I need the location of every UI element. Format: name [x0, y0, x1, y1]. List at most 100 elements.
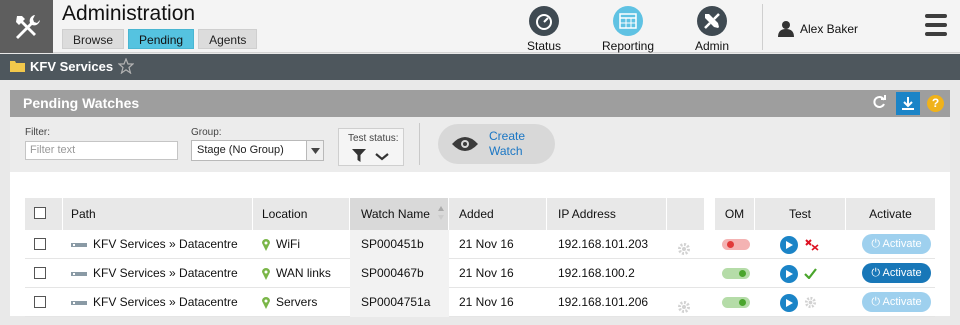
select-all-checkbox[interactable]: [34, 207, 46, 219]
test-failed-icon: [805, 239, 819, 251]
settings-gear-icon[interactable]: [677, 296, 691, 313]
location-cell: WiFi: [262, 230, 300, 259]
added-cell: 21 Nov 16: [459, 266, 514, 280]
column-header-added[interactable]: Added: [449, 198, 547, 230]
refresh-icon[interactable]: [872, 95, 886, 114]
location-pin-icon: [262, 267, 270, 280]
location-pin-icon: [262, 238, 270, 251]
divider: [762, 4, 763, 50]
column-header-watch-name[interactable]: Watch Name: [350, 198, 449, 230]
page-title: Administration: [62, 2, 196, 25]
download-icon[interactable]: [896, 92, 920, 115]
activate-button[interactable]: ⏻ Activate: [862, 292, 931, 312]
pending-watches-panel: Pending Watches ? Filter: Filter text Gr…: [10, 90, 950, 317]
ip-address-cell: 192.168.101.203: [558, 237, 649, 251]
tools-logo-icon[interactable]: [0, 0, 53, 53]
device-icon: [71, 271, 87, 276]
header-select-all: [25, 198, 63, 230]
hamburger-menu-icon[interactable]: [925, 14, 947, 36]
eye-icon: [452, 137, 478, 151]
top-bar: Administration Browse Pending Agents Sta…: [0, 0, 960, 53]
om-toggle[interactable]: [722, 239, 750, 250]
column-header-ip-address[interactable]: IP Address: [547, 198, 667, 230]
column-header-settings: [667, 198, 705, 230]
column-header-om[interactable]: OM: [715, 198, 755, 230]
table-row[interactable]: KFV Services » Datacentre WiFi SP000451b…: [25, 230, 935, 259]
tab-browse[interactable]: Browse: [62, 29, 125, 49]
panel-title: Pending Watches: [23, 95, 140, 111]
path-cell: KFV Services » Datacentre: [71, 259, 238, 288]
table-row[interactable]: KFV Services » Datacentre Servers SP0004…: [25, 288, 935, 317]
watch-name-cell: SP000451b: [350, 230, 449, 259]
column-header-location[interactable]: Location: [253, 198, 350, 230]
gauge-icon: [529, 6, 559, 36]
power-icon: ⏻: [871, 267, 883, 279]
added-cell: 21 Nov 16: [459, 237, 514, 251]
user-menu[interactable]: Alex Baker: [778, 20, 858, 37]
path-cell: KFV Services » Datacentre: [71, 230, 238, 259]
path-cell: KFV Services » Datacentre: [71, 288, 238, 317]
activate-button[interactable]: ⏻ Activate: [862, 263, 931, 283]
tools-icon: [697, 6, 727, 36]
checkmark-icon: [804, 268, 817, 279]
tab-pending[interactable]: Pending: [128, 29, 195, 49]
table-row[interactable]: KFV Services » Datacentre WAN links SP00…: [25, 259, 935, 288]
row-checkbox[interactable]: [34, 296, 46, 308]
row-checkbox[interactable]: [34, 238, 46, 250]
column-header-test[interactable]: Test: [755, 198, 846, 230]
group-select[interactable]: Stage (No Group): [191, 140, 324, 161]
reporting-nav-button[interactable]: Reporting: [588, 6, 668, 53]
column-header-activate[interactable]: Activate: [846, 198, 935, 230]
ip-address-cell: 192.168.101.206: [558, 295, 649, 309]
location-cell: WAN links: [262, 259, 331, 288]
power-icon: ⏻: [871, 296, 883, 308]
play-test-icon[interactable]: [780, 236, 798, 254]
create-watch-button[interactable]: Create Watch: [438, 124, 555, 164]
user-icon: [778, 21, 794, 37]
group-select-value: Stage (No Group): [197, 144, 284, 156]
pending-gear-icon: [804, 296, 817, 309]
power-icon: ⏻: [871, 238, 883, 250]
breadcrumb: KFV Services: [10, 58, 135, 74]
filter-funnel-icon: [352, 149, 366, 162]
admin-nav-button[interactable]: Admin: [672, 6, 752, 53]
status-nav-button[interactable]: Status: [504, 6, 584, 53]
panel-header: Pending Watches ?: [10, 90, 950, 117]
om-toggle[interactable]: [722, 297, 750, 308]
watch-name-cell: SP0004751a: [350, 288, 449, 317]
sub-navigation: Browse Pending Agents: [62, 29, 258, 49]
breadcrumb-label[interactable]: KFV Services: [30, 59, 113, 74]
row-checkbox[interactable]: [34, 267, 46, 279]
ip-address-cell: 192.168.100.2: [558, 266, 635, 280]
tab-agents[interactable]: Agents: [198, 29, 258, 49]
sort-icon: [438, 206, 444, 220]
activate-button[interactable]: ⏻ Activate: [862, 234, 931, 254]
column-header-path[interactable]: Path: [63, 198, 253, 230]
help-icon[interactable]: ?: [927, 95, 944, 112]
added-cell: 21 Nov 16: [459, 295, 514, 309]
filter-bar: Filter: Filter text Group: Stage (No Gro…: [10, 117, 950, 172]
divider: [419, 123, 420, 165]
location-pin-icon: [262, 296, 270, 309]
device-icon: [71, 242, 87, 247]
device-icon: [71, 300, 87, 305]
star-icon[interactable]: [118, 58, 135, 74]
settings-gear-icon[interactable]: [677, 238, 691, 255]
folder-icon: [10, 61, 25, 72]
group-label: Group:: [191, 127, 222, 138]
play-test-icon[interactable]: [780, 265, 798, 283]
admin-nav-label: Admin: [694, 39, 729, 53]
create-watch-label: Create Watch: [489, 129, 526, 158]
filter-input[interactable]: Filter text: [25, 141, 178, 160]
breadcrumb-bar: KFV Services: [0, 54, 960, 80]
chevron-down-icon: [375, 153, 389, 161]
calendar-grid-icon: [613, 6, 643, 36]
play-test-icon[interactable]: [780, 294, 798, 312]
location-cell: Servers: [262, 288, 317, 317]
column-gap: [705, 198, 715, 230]
filter-label: Filter:: [25, 127, 50, 138]
chevron-down-icon: [306, 141, 323, 160]
test-status-filter[interactable]: Test status:: [338, 128, 404, 166]
om-toggle[interactable]: [722, 268, 750, 279]
test-status-label: Test status:: [348, 133, 399, 144]
